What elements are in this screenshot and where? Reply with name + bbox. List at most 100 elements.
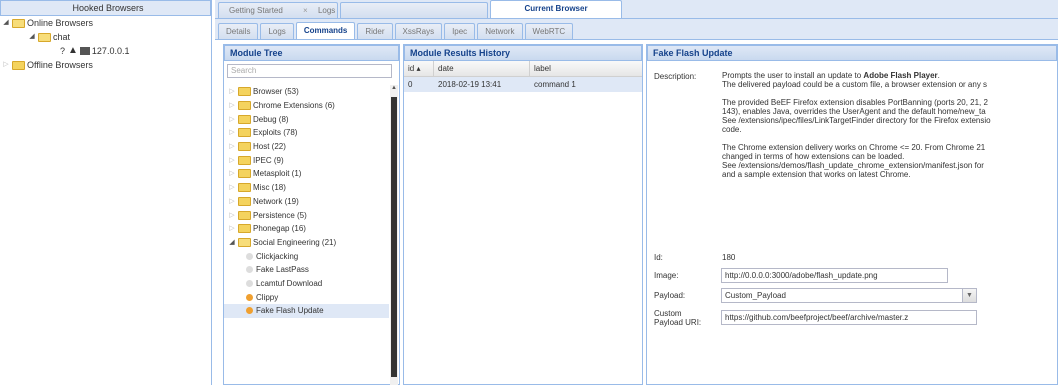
module-label: Clickjacking	[256, 251, 299, 261]
tab-network[interactable]: Network	[477, 23, 523, 39]
folder-icon	[238, 101, 251, 111]
module-category[interactable]: ▷ Host (22)	[224, 140, 389, 154]
module-item-selected[interactable]: Fake Flash Update	[224, 304, 389, 318]
folder-icon	[238, 87, 251, 97]
module-category[interactable]: ▷ Network (19)	[224, 195, 389, 209]
tab-xssrays[interactable]: XssRays	[394, 23, 443, 39]
tab-getting-started[interactable]: Getting Started × Logs	[218, 2, 338, 18]
scroll-up-icon[interactable]: ▲	[390, 85, 398, 93]
search-input[interactable]: Search	[227, 64, 392, 78]
module-details-title: Fake Flash Update	[647, 45, 1057, 61]
module-results-title: Module Results History	[404, 45, 642, 61]
browser-node[interactable]: ? ▲ 127.0.0.1	[0, 44, 211, 58]
tab-ipec[interactable]: Ipec	[444, 23, 476, 39]
folder-icon	[238, 169, 251, 179]
module-category[interactable]: ▷ Browser (53)	[224, 85, 389, 99]
scroll-thumb[interactable]	[391, 97, 397, 377]
host-node[interactable]: ◢ chat	[0, 30, 211, 44]
category-label: Debug (8)	[253, 114, 289, 124]
tab-commands[interactable]: Commands	[295, 22, 356, 39]
module-label: Fake Flash Update	[256, 306, 324, 316]
module-label: Fake LastPass	[256, 265, 309, 275]
online-browsers-node[interactable]: ◢ Online Browsers	[0, 16, 211, 30]
folder-icon	[238, 128, 251, 138]
module-category[interactable]: ▷ Metasploit (1)	[224, 167, 389, 181]
desc-text: code.	[722, 125, 742, 134]
desc-text: Prompts the user to install an update to	[722, 71, 864, 80]
module-item[interactable]: Lcamtuf Download	[224, 277, 389, 291]
chevron-down-icon[interactable]: ▼	[962, 289, 976, 302]
expand-arrow-icon[interactable]: ▷	[2, 58, 10, 72]
desc-text: See /extensions/demos/flash_update_chrom…	[722, 161, 984, 170]
unknown-browser-icon: ?	[60, 46, 66, 56]
col-id[interactable]: id ▴	[404, 61, 434, 76]
description-label: Description:	[654, 72, 697, 81]
desc-bold: Adobe Flash Player	[863, 71, 938, 80]
category-label: Social Engineering (21)	[253, 237, 337, 247]
main-tabstrip: Getting Started × Logs Current Browser	[215, 0, 1058, 19]
module-category[interactable]: ▷ Chrome Extensions (6)	[224, 99, 389, 113]
custom-payload-uri-field[interactable]: https://github.com/beefproject/beef/arch…	[721, 310, 977, 325]
module-category[interactable]: ▷ Debug (8)	[224, 112, 389, 126]
linux-icon: ▲	[68, 45, 78, 56]
hooked-browsers-panel: Hooked Browsers ◢ Online Browsers ◢ chat…	[0, 0, 212, 385]
folder-icon	[38, 32, 51, 42]
category-label: Network (19)	[253, 196, 299, 206]
module-tree-scrollbar[interactable]: ▲	[390, 85, 398, 385]
category-label: Misc (18)	[253, 183, 286, 193]
hooked-browsers-title: Hooked Browsers	[0, 0, 211, 16]
module-category[interactable]: ▷ Persistence (5)	[224, 208, 389, 222]
module-icon	[246, 266, 253, 274]
col-label[interactable]: label	[530, 61, 642, 76]
module-icon	[246, 252, 253, 260]
desc-text: The delivered payload could be a custom …	[722, 80, 988, 89]
main-area: Getting Started × Logs Current Browser D…	[215, 0, 1058, 385]
online-browsers-label: Online Browsers	[27, 18, 94, 28]
tab-logs[interactable]: Logs	[260, 23, 294, 39]
folder-icon	[238, 224, 251, 234]
tab-rider[interactable]: Rider	[357, 23, 393, 39]
sort-asc-icon: ▴	[416, 64, 421, 73]
tab-details[interactable]: Details	[218, 23, 259, 39]
tab-webrtc[interactable]: WebRTC	[524, 23, 574, 39]
folder-icon	[238, 155, 251, 165]
module-item[interactable]: Clippy	[224, 290, 389, 304]
cell-date: 2018-02-19 13:41	[438, 80, 502, 89]
custom-label-line: Custom	[654, 309, 682, 318]
module-item[interactable]: Clickjacking	[224, 249, 389, 263]
module-icon	[246, 279, 253, 287]
module-category[interactable]: ▷ Phonegap (16)	[224, 222, 389, 236]
category-label: Browser (53)	[253, 87, 299, 97]
module-details-panel: Fake Flash Update Description: Prompts t…	[646, 44, 1058, 385]
module-category[interactable]: ▷ IPEC (9)	[224, 153, 389, 167]
browser-subtabs: Details Logs Commands Rider XssRays Ipec…	[215, 19, 1058, 40]
module-category[interactable]: ▷ Misc (18)	[224, 181, 389, 195]
cell-id: 0	[408, 80, 413, 89]
module-category[interactable]: ▷ Exploits (78)	[224, 126, 389, 140]
col-date[interactable]: date	[434, 61, 530, 76]
image-field[interactable]: http://0.0.0.0:3000/adobe/flash_update.p…	[721, 268, 948, 283]
module-category-social-engineering[interactable]: ◢ Social Engineering (21)	[224, 236, 389, 250]
id-label: Id:	[654, 253, 663, 262]
category-label: IPEC (9)	[253, 155, 284, 165]
results-header: id ▴ date label	[404, 61, 642, 77]
tab-logs-spacer[interactable]	[340, 2, 488, 18]
table-row[interactable]: 0 2018-02-19 13:41 command 1	[404, 77, 642, 92]
folder-icon	[12, 60, 25, 70]
expand-arrow-icon[interactable]: ◢	[2, 16, 10, 30]
desc-text: and a sample extension that works on lat…	[722, 170, 911, 179]
offline-browsers-node[interactable]: ▷ Offline Browsers	[0, 58, 211, 72]
offline-browsers-label: Offline Browsers	[27, 60, 93, 70]
folder-icon	[238, 210, 251, 220]
module-results-panel: Module Results History id ▴ date label 0…	[403, 44, 643, 385]
desc-text: changed in terms of how extensions can b…	[722, 152, 905, 161]
module-item[interactable]: Fake LastPass	[224, 263, 389, 277]
module-label: Lcamtuf Download	[256, 278, 323, 288]
folder-icon	[238, 114, 251, 124]
tab-current-browser[interactable]: Current Browser	[490, 0, 622, 18]
close-icon[interactable]: ×	[303, 6, 308, 15]
payload-select[interactable]: Custom_Payload ▼	[721, 288, 977, 303]
module-icon	[246, 307, 253, 315]
desc-text: See /extensions/ipec/files/LinkTargetFin…	[722, 116, 991, 125]
expand-arrow-icon[interactable]: ◢	[28, 30, 36, 44]
